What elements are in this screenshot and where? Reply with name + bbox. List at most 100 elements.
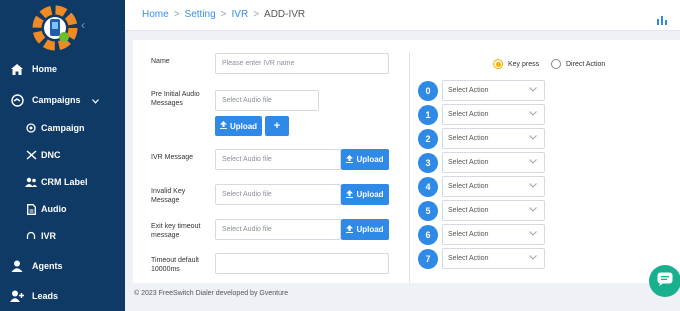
top-bar: Home > Setting > IVR > ADD-IVR: [125, 0, 680, 31]
sidebar-item-label: Audio: [41, 204, 67, 214]
collapse-sidebar-icon[interactable]: ‹: [81, 18, 85, 32]
key-action-select[interactable]: Select Action: [442, 152, 545, 173]
key-badge: 5: [418, 201, 438, 221]
chevron-down-icon: [529, 183, 537, 190]
sidebar-item-campaign[interactable]: Campaign: [0, 116, 125, 140]
sidebar-item-agents[interactable]: Agents: [0, 254, 125, 278]
key-badge: 3: [418, 153, 438, 173]
ivr-name-input[interactable]: Please enter IVR name: [215, 53, 389, 74]
key-press-radio[interactable]: Key press: [493, 59, 539, 69]
key-action-value: Select Action: [448, 255, 489, 262]
upload-label: Upload: [356, 225, 384, 234]
sidebar-item-label: IVR: [41, 231, 57, 241]
pre-initial-label-line2: Messages: [151, 100, 183, 107]
sidebar-item-label: Campaigns: [32, 95, 81, 105]
users-icon: [24, 175, 38, 189]
key-badge: 0: [418, 81, 438, 101]
timeout-label-line2: 10000ms: [151, 266, 180, 273]
app-logo[interactable]: [31, 4, 79, 52]
radio-unselected-icon: [551, 59, 561, 69]
pre-initial-upload-button[interactable]: Upload: [215, 116, 262, 136]
add-audio-button[interactable]: +: [265, 116, 289, 136]
key-badge: 1: [418, 105, 438, 125]
ivr-message-label: IVR Message: [151, 153, 193, 162]
add-label: +: [273, 120, 281, 132]
chevron-down-icon: [529, 87, 537, 94]
key-action-select[interactable]: Select Action: [442, 128, 545, 149]
direct-action-radio[interactable]: Direct Action: [551, 59, 605, 69]
key-action-value: Select Action: [448, 87, 489, 94]
key-action-select[interactable]: Select Action: [442, 176, 545, 197]
upload-label: Upload: [356, 155, 384, 164]
exit-key-timeout-label-line2: message: [151, 232, 180, 239]
sidebar-item-label: Leads: [32, 291, 59, 301]
breadcrumb-separator: >: [220, 9, 227, 20]
exit-key-timeout-audio-select[interactable]: Select Audio file: [215, 219, 341, 240]
chat-button[interactable]: [649, 265, 680, 297]
exit-key-timeout-label: Exit key timeout message: [151, 222, 200, 240]
key-badge: 7: [418, 249, 438, 269]
pre-initial-label-line1: Pre Initial Audio: [151, 91, 200, 98]
chevron-down-icon: [529, 231, 537, 238]
key-action-select[interactable]: Select Action: [442, 104, 545, 125]
chat-icon: [657, 272, 673, 291]
footer-text: © 2023 FreeSwitch Dialer developed by Gv…: [134, 290, 289, 297]
key-action-select[interactable]: Select Action: [442, 80, 545, 101]
chevron-down-icon: [529, 135, 537, 142]
timeout-label: Timeout default 10000ms: [151, 256, 199, 274]
bar-chart-icon[interactable]: [657, 12, 667, 30]
upload-icon: [346, 224, 354, 235]
key-badge: 4: [418, 177, 438, 197]
upload-label: Upload: [356, 190, 384, 199]
invalid-key-upload-button[interactable]: Upload: [341, 184, 389, 205]
breadcrumb-ivr[interactable]: IVR: [232, 9, 249, 20]
key-action-select[interactable]: Select Action: [442, 200, 545, 221]
key-badge: 2: [418, 129, 438, 149]
key-action-select[interactable]: Select Action: [442, 248, 545, 269]
sidebar-item-crm-label[interactable]: CRM Label: [0, 170, 125, 194]
breadcrumb-separator: >: [253, 9, 260, 20]
upload-icon: [346, 189, 354, 200]
sidebar-item-campaigns[interactable]: Campaigns: [0, 88, 125, 112]
sidebar-item-audio[interactable]: Audio: [0, 197, 125, 221]
exit-key-timeout-upload-button[interactable]: Upload: [341, 219, 389, 240]
direct-action-label: Direct Action: [566, 60, 606, 68]
breadcrumb: Home > Setting > IVR > ADD-IVR: [142, 9, 305, 20]
user-icon: [10, 259, 24, 273]
breadcrumb-separator: >: [173, 9, 180, 20]
key-action-select[interactable]: Select Action: [442, 224, 545, 245]
upload-icon: [219, 121, 227, 131]
radio-selected-icon: [493, 59, 503, 69]
sidebar-item-label: Agents: [32, 261, 63, 271]
pre-initial-label: Pre Initial Audio Messages: [151, 90, 200, 108]
campaign-icon: [24, 121, 38, 135]
timeout-label-line1: Timeout default: [151, 257, 199, 264]
exit-key-timeout-label-line1: Exit key timeout: [151, 223, 201, 230]
breadcrumb-home[interactable]: Home: [142, 9, 169, 20]
invalid-key-audio-select[interactable]: Select Audio file: [215, 184, 341, 205]
sidebar: ‹ Home Campaigns Campaign DNC CRM Label: [0, 0, 125, 311]
sidebar-item-leads[interactable]: Leads: [0, 284, 125, 308]
sidebar-item-ivr[interactable]: IVR: [0, 224, 125, 248]
invalid-key-label-line1: Invalid Key: [151, 188, 186, 195]
chevron-down-icon: [529, 207, 537, 214]
dnc-icon: [24, 148, 38, 162]
key-action-value: Select Action: [448, 207, 489, 214]
sidebar-item-label: CRM Label: [41, 177, 88, 187]
sidebar-item-home[interactable]: Home: [0, 57, 125, 81]
sidebar-item-dnc[interactable]: DNC: [0, 143, 125, 167]
ivr-form-card: Name Please enter IVR name Pre Initial A…: [133, 40, 680, 283]
ivr-message-audio-select[interactable]: Select Audio file: [215, 149, 341, 170]
key-action-value: Select Action: [448, 159, 489, 166]
ivr-message-upload-button[interactable]: Upload: [341, 149, 389, 170]
pre-initial-audio-select[interactable]: Select Audio file: [215, 90, 319, 111]
sidebar-item-label: DNC: [41, 150, 61, 160]
ivr-message-label-text: IVR Message: [151, 154, 194, 161]
column-divider: [409, 52, 410, 283]
timeout-input[interactable]: [215, 253, 389, 274]
name-label-text: Name: [151, 58, 170, 65]
breadcrumb-setting[interactable]: Setting: [185, 9, 216, 20]
user-plus-icon: [10, 289, 24, 303]
campaigns-icon: [10, 93, 24, 107]
chevron-down-icon: [529, 111, 537, 118]
